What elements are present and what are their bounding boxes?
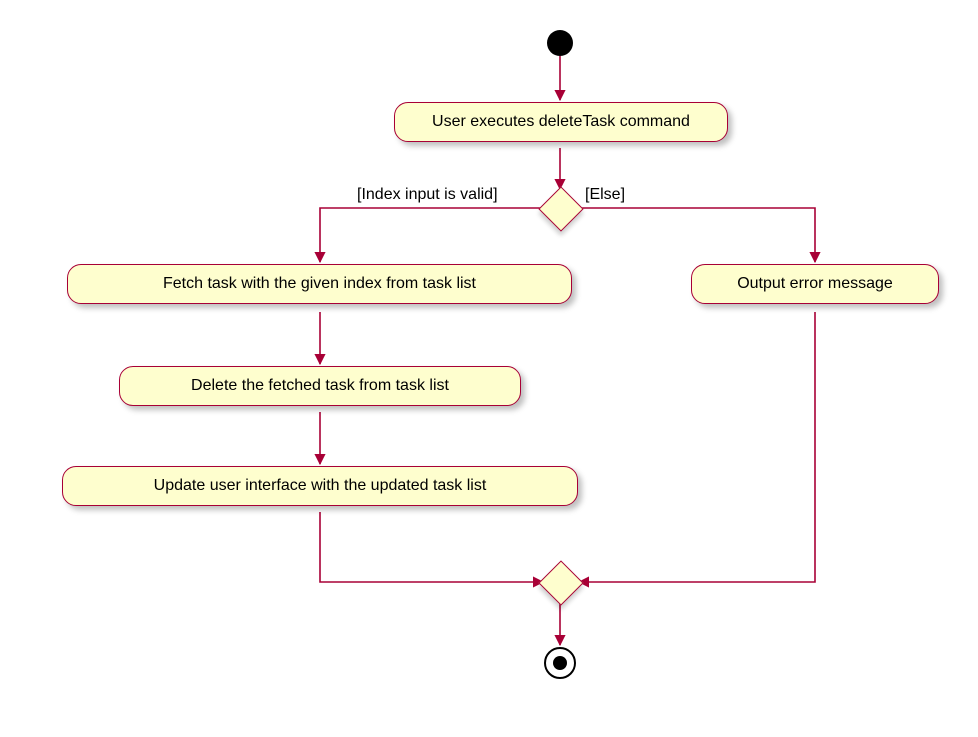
start-node: [547, 30, 573, 56]
edge-d1-a5: [579, 208, 815, 262]
activity-diagram: User executes deleteTask command [Index …: [0, 0, 978, 737]
activity-update-ui: Update user interface with the updated t…: [62, 466, 578, 506]
end-node: [544, 647, 576, 679]
activity-label: Fetch task with the given index from tas…: [163, 275, 476, 292]
guard-true-label: [Index input is valid]: [357, 186, 498, 204]
edge-a4-m1: [320, 512, 543, 582]
activity-output-error: Output error message: [691, 264, 939, 304]
guard-false-label: [Else]: [585, 186, 625, 204]
activity-fetch-task: Fetch task with the given index from tas…: [67, 264, 572, 304]
activity-label: Delete the fetched task from task list: [191, 377, 449, 394]
activity-execute-command: User executes deleteTask command: [394, 102, 728, 142]
edge-d1-a2: [320, 208, 543, 262]
activity-label: Output error message: [737, 275, 893, 292]
activity-label: User executes deleteTask command: [432, 113, 690, 130]
activity-label: Update user interface with the updated t…: [154, 477, 487, 494]
activity-delete-task: Delete the fetched task from task list: [119, 366, 521, 406]
edge-a5-m1: [579, 312, 815, 582]
end-node-inner: [553, 656, 567, 670]
